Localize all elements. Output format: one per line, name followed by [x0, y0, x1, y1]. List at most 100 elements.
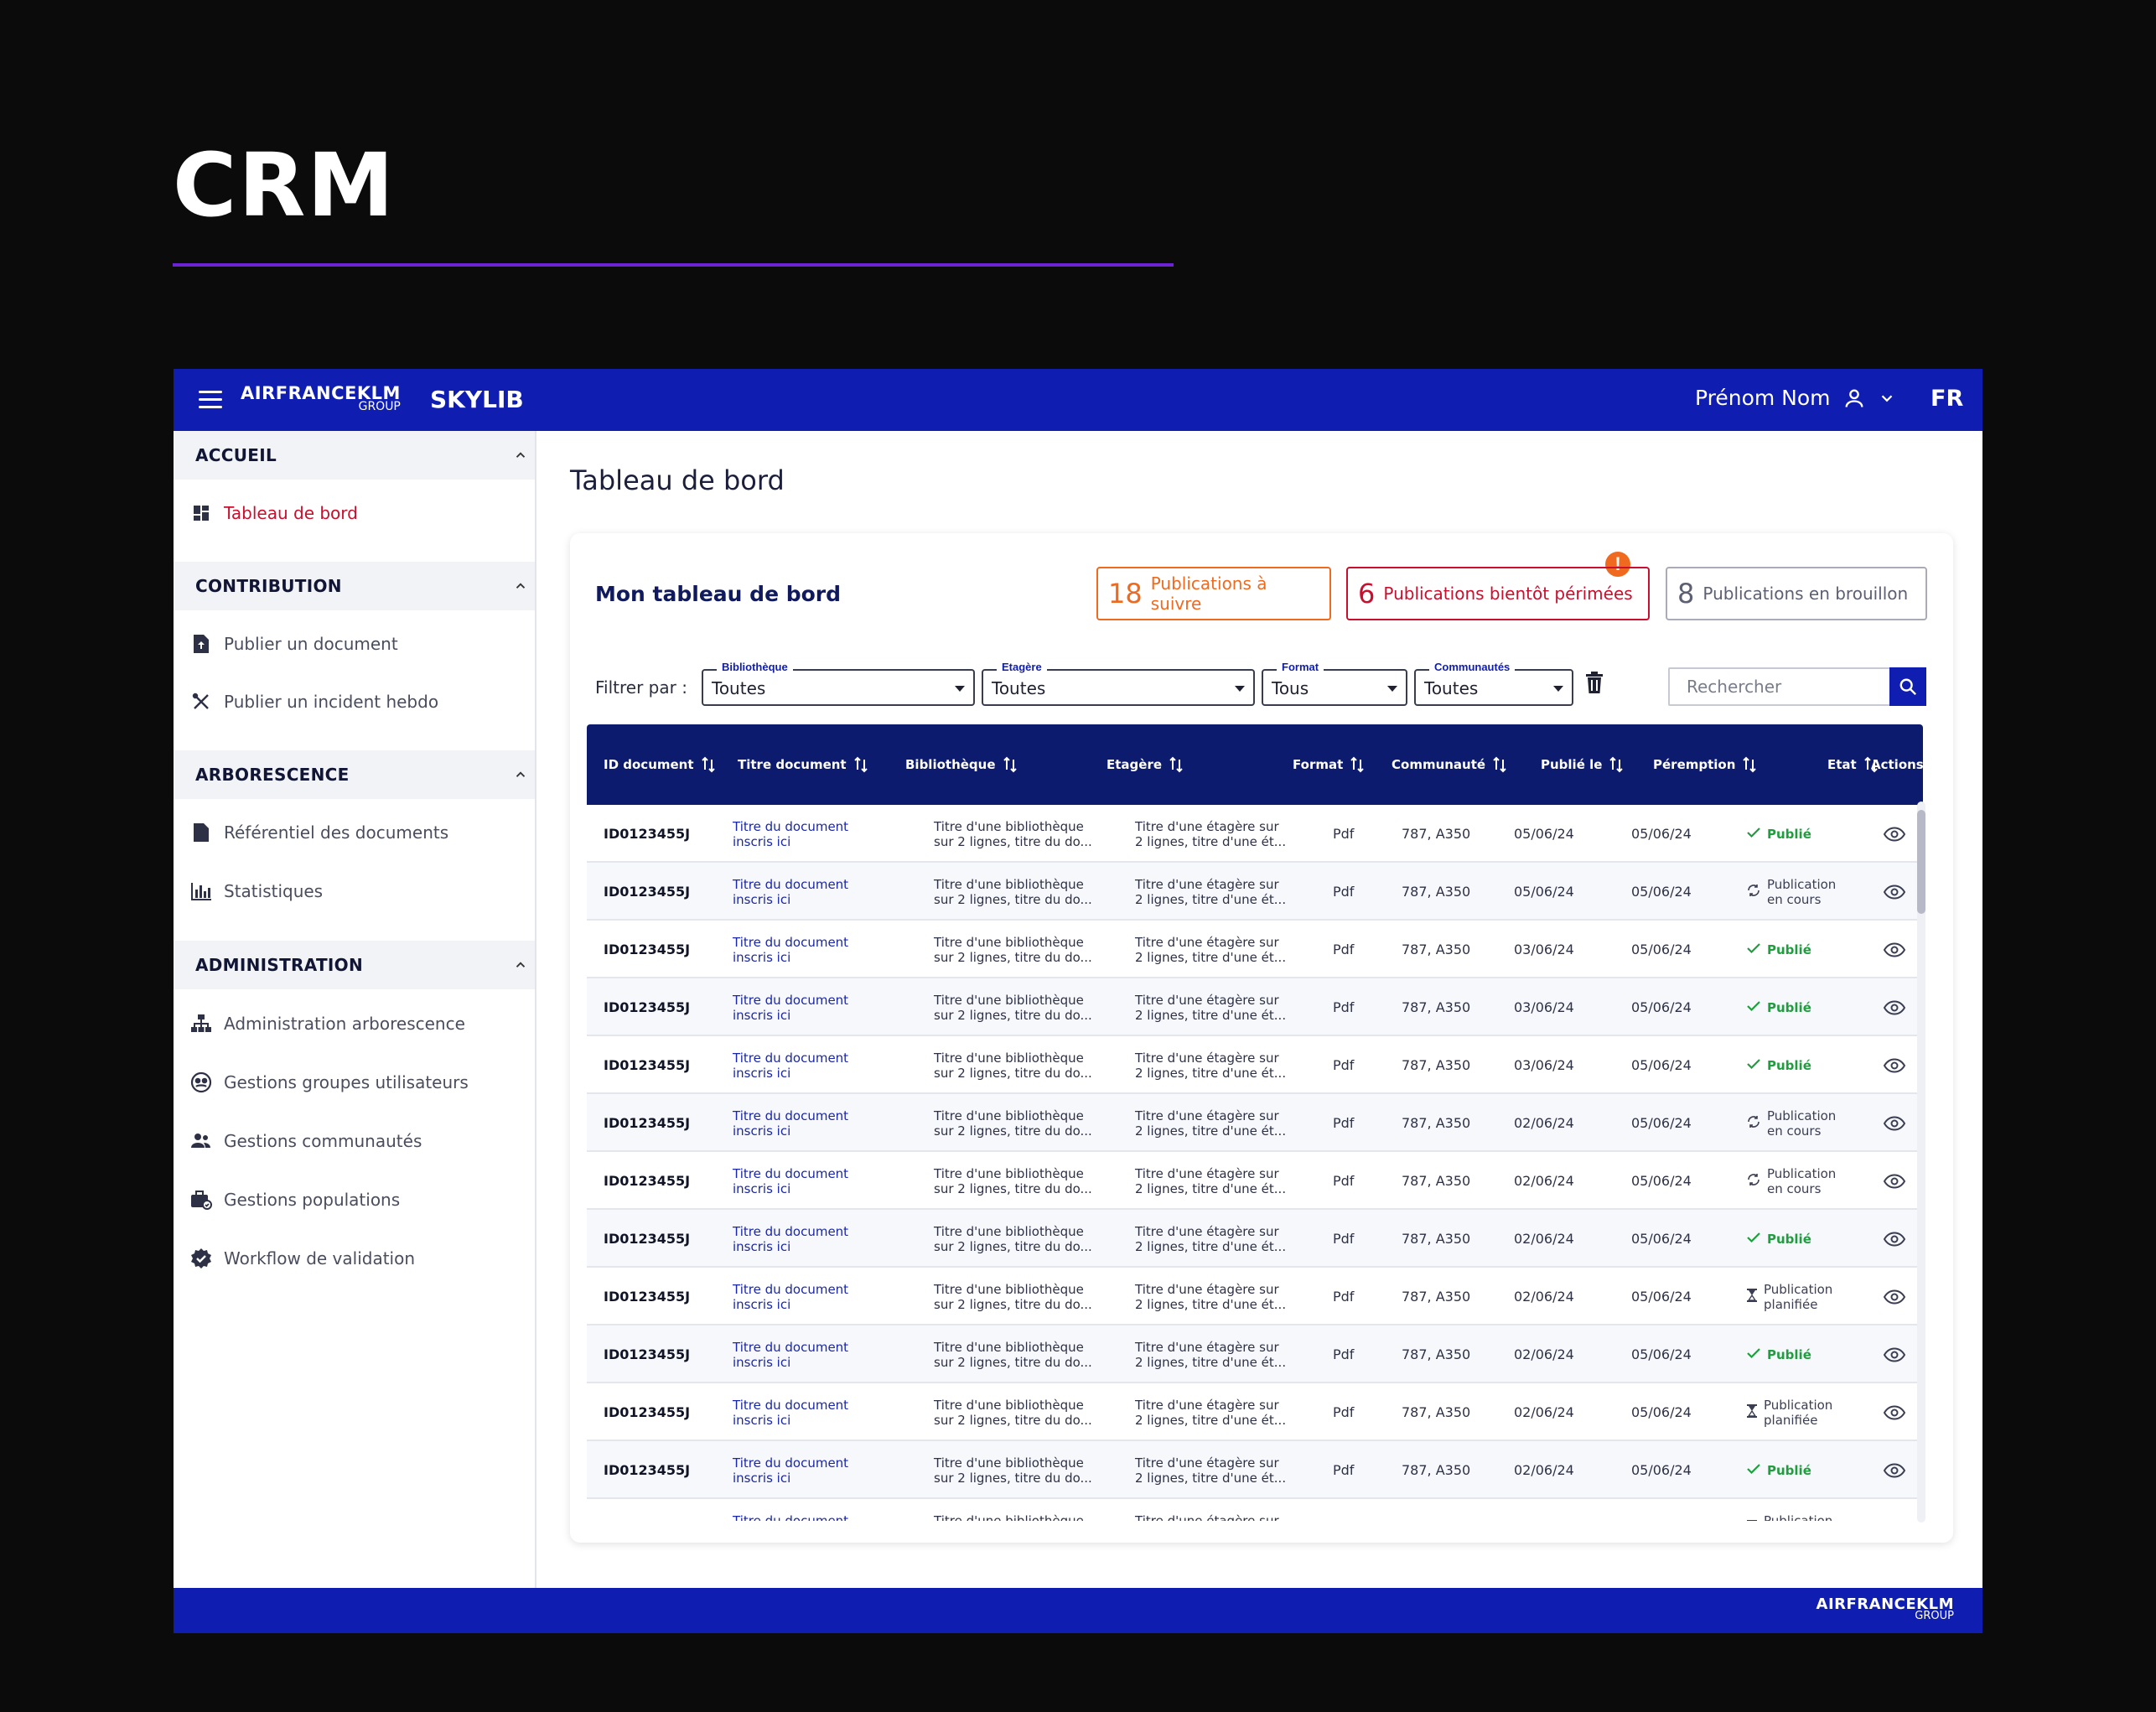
column-header[interactable]: Publié le	[1541, 724, 1624, 805]
eye-icon[interactable]	[1884, 826, 1905, 842]
eye-icon[interactable]	[1884, 1115, 1905, 1131]
cell-library: Titre d'une bibliothèquesur 2 lignes, ti…	[934, 1326, 1092, 1383]
table-row[interactable]: ID0123455JTitre du documentinscris iciTi…	[587, 1094, 1923, 1152]
cell-title[interactable]: Titre du documentinscris ici	[733, 1210, 848, 1268]
table-row[interactable]: ID0123455JTitre du documentinscris iciTi…	[587, 1499, 1923, 1521]
filter-bibliotheque[interactable]: Bibliothèque Toutes	[702, 661, 975, 706]
search-input[interactable]	[1670, 669, 1888, 704]
column-header[interactable]: ID document	[604, 724, 716, 805]
eye-icon[interactable]	[1884, 942, 1905, 957]
sidebar-item-communautes[interactable]: Gestions communautés	[190, 1124, 526, 1158]
cell-title[interactable]: Titre du documentinscris ici	[733, 1268, 848, 1326]
cell-format: Pdf	[1333, 1499, 1354, 1521]
cell-state: Publié	[1747, 1326, 1811, 1383]
column-header-label: Publié le	[1541, 757, 1603, 772]
shelf-line: Titre d'une étagère sur	[1135, 876, 1279, 892]
cell-id: ID0123455J	[604, 978, 690, 1036]
table-row[interactable]: ID0123455JTitre du documentinscris iciTi…	[587, 921, 1923, 978]
table-row[interactable]: ID0123455JTitre du documentinscris iciTi…	[587, 1441, 1923, 1499]
eye-icon[interactable]	[1884, 884, 1905, 900]
sidebar-section-accueil[interactable]: ACCUEIL	[174, 431, 535, 480]
sidebar-item-groupes-utilisateurs[interactable]: Gestions groupes utilisateurs	[190, 1066, 526, 1099]
sidebar-section-contribution[interactable]: CONTRIBUTION	[174, 562, 535, 610]
column-header[interactable]: Etagère	[1107, 724, 1184, 805]
cell-title[interactable]: Titre du documentinscris ici	[733, 1094, 848, 1152]
user-menu[interactable]: Prénom Nom	[1695, 386, 1896, 410]
tools-icon	[190, 691, 212, 713]
cell-title[interactable]: Titre du documentinscris ici	[733, 805, 848, 863]
menu-icon[interactable]	[199, 391, 222, 409]
cell-title[interactable]: Titre du documentinscris ici	[733, 921, 848, 978]
sidebar-item-publier-document[interactable]: Publier un document	[190, 627, 526, 661]
sidebar-section-arborescence[interactable]: ARBORESCENCE	[174, 750, 535, 799]
eye-icon[interactable]	[1884, 1346, 1905, 1362]
expiry-date: 05/06/24	[1631, 1172, 1692, 1189]
filter-communautes[interactable]: Communautés Toutes	[1414, 661, 1573, 706]
cell-title[interactable]: Titre du documentinscris ici	[733, 1383, 848, 1441]
sidebar-item-statistiques[interactable]: Statistiques	[190, 874, 526, 908]
column-header[interactable]: Péremption	[1653, 724, 1757, 805]
kpi-publications-a-suivre[interactable]: 18 Publications à suivre	[1096, 567, 1331, 620]
cell-state: Publié	[1747, 978, 1811, 1036]
check-icon	[1747, 1347, 1760, 1362]
hourglass-icon	[1747, 1403, 1757, 1421]
cell-community: 787, A350	[1402, 1441, 1470, 1499]
sidebar-item-admin-arborescence[interactable]: Administration arborescence	[190, 1007, 526, 1040]
table-row[interactable]: ID0123455JTitre du documentinscris iciTi…	[587, 1383, 1923, 1441]
table-row[interactable]: ID0123455JTitre du documentinscris iciTi…	[587, 1036, 1923, 1094]
cell-title[interactable]: Titre du documentinscris ici	[733, 978, 848, 1036]
column-header[interactable]: Format	[1293, 724, 1365, 805]
published-date: 02/06/24	[1514, 1172, 1574, 1189]
eye-icon[interactable]	[1884, 999, 1905, 1015]
cell-shelf: Titre d'une étagère sur2 lignes, titre d…	[1135, 863, 1286, 921]
column-header[interactable]: Bibliothèque	[905, 724, 1018, 805]
eye-icon[interactable]	[1884, 1520, 1905, 1522]
column-header[interactable]: Actions	[1871, 724, 1923, 805]
eye-icon[interactable]	[1884, 1057, 1905, 1073]
table-row[interactable]: ID0123455JTitre du documentinscris iciTi…	[587, 1210, 1923, 1268]
filter-format[interactable]: Format Tous	[1262, 661, 1407, 706]
cell-title[interactable]: Titre du documentinscris ici	[733, 863, 848, 921]
library-line: sur 2 lignes, titre du do...	[934, 1007, 1092, 1023]
expiry-date: 05/06/24	[1631, 825, 1692, 842]
eye-icon[interactable]	[1884, 1231, 1905, 1247]
cell-title[interactable]: Titre du documentinscris ici	[733, 1036, 848, 1094]
cell-community: 787, A350	[1402, 1152, 1470, 1210]
eye-icon[interactable]	[1884, 1404, 1905, 1420]
kpi-publications-bientot-perimees[interactable]: 6 Publications bientôt périmées	[1346, 567, 1650, 620]
search-box	[1668, 667, 1926, 706]
sidebar-item-workflow[interactable]: Workflow de validation	[190, 1242, 526, 1275]
table-row[interactable]: ID0123455JTitre du documentinscris iciTi…	[587, 1268, 1923, 1326]
sort-icon	[1169, 756, 1183, 773]
format-text: Pdf	[1333, 1346, 1355, 1362]
kpi-publications-brouillon[interactable]: 8 Publications en brouillon	[1666, 567, 1927, 620]
cell-shelf: Titre d'une étagère sur2 lignes, titre d…	[1135, 1326, 1286, 1383]
cell-title[interactable]: Titre du documentinscris ici	[733, 1152, 848, 1210]
table-row[interactable]: ID0123455JTitre du documentinscris iciTi…	[587, 1152, 1923, 1210]
cell-title[interactable]: Titre du documentinscris ici	[733, 1326, 848, 1383]
scrollbar-thumb[interactable]	[1917, 810, 1925, 914]
sidebar-section-administration[interactable]: ADMINISTRATION	[174, 941, 535, 989]
search-button[interactable]	[1889, 667, 1926, 706]
eye-icon[interactable]	[1884, 1462, 1905, 1478]
table-row[interactable]: ID0123455JTitre du documentinscris iciTi…	[587, 805, 1923, 863]
cell-title[interactable]: Titre du documentinscris ici	[733, 1441, 848, 1499]
sidebar-item-tableau-de-bord[interactable]: Tableau de bord	[190, 496, 526, 530]
trash-icon[interactable]	[1584, 671, 1604, 694]
sidebar-item-referentiel[interactable]: Référentiel des documents	[190, 816, 526, 849]
filter-etagere[interactable]: Etagère Toutes	[982, 661, 1255, 706]
table-row[interactable]: ID0123455JTitre du documentinscris iciTi…	[587, 978, 1923, 1036]
sidebar-item-populations[interactable]: Gestions populations	[190, 1183, 526, 1217]
table-row[interactable]: ID0123455JTitre du documentinscris iciTi…	[587, 1326, 1923, 1383]
cell-title[interactable]: Titre du documentinscris ici	[733, 1499, 848, 1522]
column-header[interactable]: Communauté	[1392, 724, 1507, 805]
sidebar-item-publier-incident[interactable]: Publier un incident hebdo	[190, 685, 526, 719]
footer: AIRFRANCEKLM GROUP	[174, 1588, 1982, 1633]
language-switcher[interactable]: FR	[1931, 386, 1963, 412]
table-row[interactable]: ID0123455JTitre du documentinscris iciTi…	[587, 863, 1923, 921]
library-line: Titre d'une bibliothèque	[934, 876, 1084, 892]
expiry-date: 05/06/24	[1631, 1520, 1692, 1521]
eye-icon[interactable]	[1884, 1289, 1905, 1305]
eye-icon[interactable]	[1884, 1173, 1905, 1189]
column-header[interactable]: Titre document	[738, 724, 868, 805]
